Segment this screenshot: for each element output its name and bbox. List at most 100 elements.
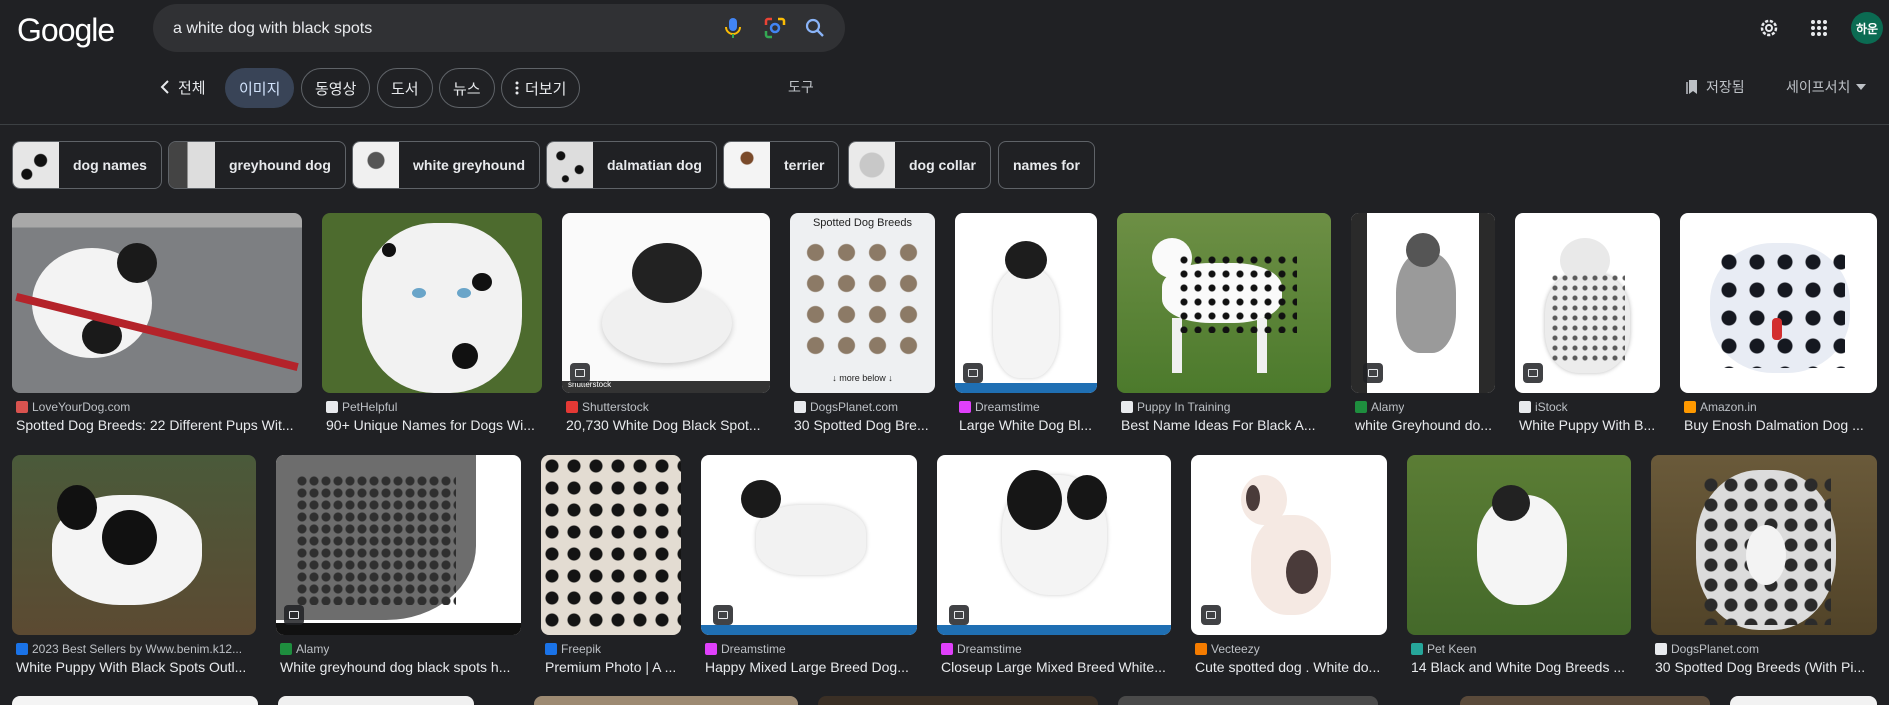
image-result[interactable]: Dreamstime Closeup Large Mixed Breed Whi… bbox=[937, 455, 1171, 675]
result-title[interactable]: 90+ Unique Names for Dogs Wi... bbox=[326, 417, 542, 433]
source-favicon bbox=[1411, 643, 1423, 655]
result-image bbox=[1407, 455, 1631, 635]
apps-grid-icon[interactable] bbox=[1801, 10, 1837, 46]
source-name: Alamy bbox=[1371, 400, 1405, 414]
result-title[interactable]: Happy Mixed Large Breed Dog... bbox=[705, 659, 917, 675]
source-name: PetHelpful bbox=[342, 400, 398, 414]
source-favicon bbox=[1519, 401, 1531, 413]
result-title[interactable]: White greyhound dog black spots h... bbox=[280, 659, 521, 675]
search-box[interactable]: a white dog with black spots bbox=[153, 4, 845, 52]
result-title[interactable]: 20,730 White Dog Black Spot... bbox=[566, 417, 770, 433]
result-title[interactable]: Buy Enosh Dalmation Dog ... bbox=[1684, 417, 1877, 433]
result-source: DogsPlanet.com bbox=[794, 400, 898, 414]
result-source: Freepik bbox=[545, 642, 601, 656]
result-title[interactable]: Cute spotted dog . White do... bbox=[1195, 659, 1387, 675]
related-label: terrier bbox=[784, 157, 825, 173]
image-result[interactable]: Spotted Dog Breeds ↓ more below ↓ DogsPl… bbox=[790, 213, 935, 433]
related-label: names for bbox=[1013, 157, 1080, 173]
related-chip[interactable]: dalmatian dog bbox=[546, 141, 717, 189]
partial-result-image[interactable] bbox=[1730, 696, 1877, 705]
related-chip[interactable]: terrier bbox=[723, 141, 840, 189]
image-result[interactable]: Alamy White greyhound dog black spots h.… bbox=[276, 455, 521, 675]
partial-result-image[interactable] bbox=[1460, 696, 1710, 705]
partial-result-image[interactable] bbox=[534, 696, 798, 705]
google-lens-icon[interactable] bbox=[763, 16, 787, 40]
image-result[interactable]: shutterstock Shutterstock 20,730 White D… bbox=[562, 213, 770, 433]
tab-all[interactable]: 전체 bbox=[160, 66, 206, 108]
tab-videos[interactable]: 동영상 bbox=[301, 68, 371, 108]
source-name: iStock bbox=[1535, 400, 1568, 414]
result-title[interactable]: Best Name Ideas For Black A... bbox=[1121, 417, 1331, 433]
result-title[interactable]: 30 Spotted Dog Bre... bbox=[794, 417, 935, 433]
result-title[interactable]: white Greyhound do... bbox=[1355, 417, 1495, 433]
image-result[interactable]: DogsPlanet.com 30 Spotted Dog Breeds (Wi… bbox=[1651, 455, 1877, 675]
microphone-icon[interactable] bbox=[721, 16, 745, 40]
image-result[interactable]: Vecteezy Cute spotted dog . White do... bbox=[1191, 455, 1387, 675]
result-title[interactable]: 30 Spotted Dog Breeds (With Pi... bbox=[1655, 659, 1877, 675]
image-badge-icon bbox=[284, 605, 304, 625]
result-title[interactable]: Premium Photo | A ... bbox=[545, 659, 681, 675]
result-image bbox=[1651, 455, 1877, 635]
result-title[interactable]: White Puppy With Black Spots Outl... bbox=[16, 659, 256, 675]
source-favicon bbox=[794, 401, 806, 413]
source-name: Dreamstime bbox=[975, 400, 1040, 414]
safesearch-label: 세이프서치 bbox=[1786, 79, 1851, 95]
image-result[interactable]: Dreamstime Happy Mixed Large Breed Dog..… bbox=[701, 455, 917, 675]
partial-result-image[interactable] bbox=[12, 696, 258, 705]
image-result[interactable]: Amazon.in Buy Enosh Dalmation Dog ... bbox=[1680, 213, 1877, 433]
related-chip[interactable]: names for bbox=[998, 141, 1095, 189]
image-result[interactable]: Alamy white Greyhound do... bbox=[1351, 213, 1495, 433]
partial-result-image[interactable] bbox=[278, 696, 474, 705]
image-result[interactable]: iStock White Puppy With B... bbox=[1515, 213, 1660, 433]
source-name: DogsPlanet.com bbox=[1671, 642, 1760, 656]
result-title[interactable]: Spotted Dog Breeds: 22 Different Pups Wi… bbox=[16, 417, 302, 433]
result-source: PetHelpful bbox=[326, 400, 397, 414]
search-input[interactable]: a white dog with black spots bbox=[173, 20, 372, 38]
tab-images[interactable]: 이미지 bbox=[225, 68, 295, 108]
result-image bbox=[322, 213, 542, 393]
result-source: Vecteezy bbox=[1195, 642, 1260, 656]
result-source: Dreamstime bbox=[705, 642, 786, 656]
safesearch-button[interactable]: 세이프서치 bbox=[1786, 77, 1867, 97]
image-result[interactable]: Dreamstime Large White Dog Bl... bbox=[955, 213, 1097, 433]
partial-result-image[interactable] bbox=[818, 696, 1098, 705]
search-icon[interactable] bbox=[803, 16, 827, 40]
google-logo[interactable]: Google bbox=[17, 12, 115, 49]
source-name: 2023 Best Sellers by Www.benim.k12... bbox=[32, 642, 243, 656]
image-badge-icon bbox=[570, 363, 590, 383]
result-image bbox=[541, 455, 681, 635]
related-label: dalmatian dog bbox=[607, 157, 702, 173]
related-thumbnail bbox=[353, 142, 399, 188]
tab-news[interactable]: 뉴스 bbox=[439, 68, 495, 108]
tools-button[interactable]: 도구 bbox=[788, 77, 814, 97]
result-title[interactable]: Closeup Large Mixed Breed White... bbox=[941, 659, 1171, 675]
partial-result-image[interactable] bbox=[1118, 696, 1378, 705]
related-chip[interactable]: white greyhound bbox=[352, 141, 540, 189]
related-chip[interactable]: greyhound dog bbox=[168, 141, 346, 189]
source-favicon bbox=[280, 643, 292, 655]
result-image bbox=[1680, 213, 1877, 393]
result-source: Alamy bbox=[1355, 400, 1404, 414]
tab-more-label: 더보기 bbox=[525, 80, 567, 98]
tab-books[interactable]: 도서 bbox=[377, 68, 433, 108]
image-result[interactable]: 2023 Best Sellers by Www.benim.k12... Wh… bbox=[12, 455, 256, 675]
image-result[interactable]: Puppy In Training Best Name Ideas For Bl… bbox=[1117, 213, 1331, 433]
saved-button[interactable]: 저장됨 bbox=[1686, 77, 1745, 97]
image-badge-icon bbox=[949, 605, 969, 625]
result-image bbox=[12, 213, 302, 393]
account-avatar[interactable]: 하운 bbox=[1851, 12, 1883, 44]
tab-more[interactable]: 더보기 bbox=[501, 68, 581, 108]
source-favicon bbox=[959, 401, 971, 413]
image-result[interactable]: Freepik Premium Photo | A ... bbox=[541, 455, 681, 675]
image-result[interactable]: PetHelpful 90+ Unique Names for Dogs Wi.… bbox=[322, 213, 542, 433]
settings-gear-icon[interactable] bbox=[1751, 10, 1787, 46]
result-image bbox=[1117, 213, 1331, 393]
result-title[interactable]: White Puppy With B... bbox=[1519, 417, 1660, 433]
image-result[interactable]: Pet Keen 14 Black and White Dog Breeds .… bbox=[1407, 455, 1631, 675]
related-chip[interactable]: dog names bbox=[12, 141, 162, 189]
image-result[interactable]: LoveYourDog.com Spotted Dog Breeds: 22 D… bbox=[12, 213, 302, 433]
result-title[interactable]: Large White Dog Bl... bbox=[959, 417, 1097, 433]
related-thumbnail bbox=[13, 142, 59, 188]
result-title[interactable]: 14 Black and White Dog Breeds ... bbox=[1411, 659, 1631, 675]
related-chip[interactable]: dog collar bbox=[848, 141, 991, 189]
